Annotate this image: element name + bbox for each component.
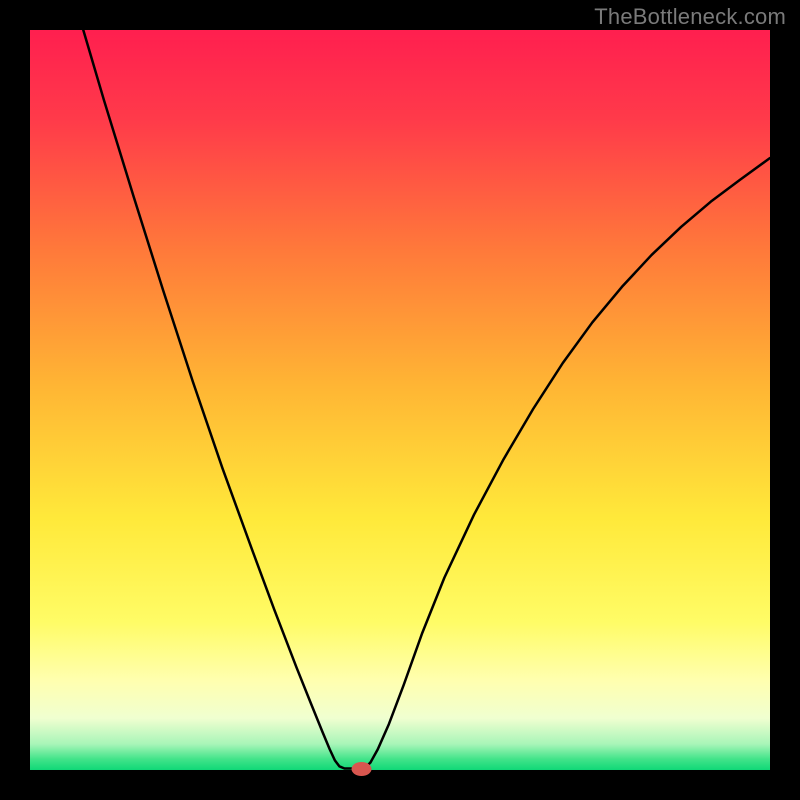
plot-background bbox=[30, 30, 770, 770]
marker-optimal-point bbox=[352, 762, 372, 776]
chart-frame: TheBottleneck.com bbox=[0, 0, 800, 800]
bottleneck-chart bbox=[0, 0, 800, 800]
